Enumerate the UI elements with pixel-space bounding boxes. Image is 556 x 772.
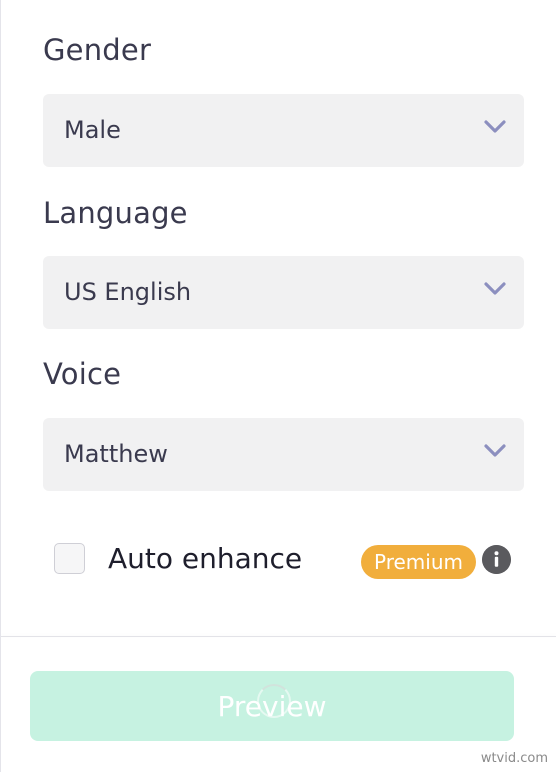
gender-select-value: Male [64,116,121,144]
gender-select[interactable]: Male [43,94,524,167]
voice-label: Voice [43,357,122,391]
footer-divider [1,636,556,637]
chevron-down-icon [484,444,506,457]
language-label: Language [43,196,188,230]
premium-badge: Premium [361,545,476,579]
chevron-down-icon [484,120,506,133]
auto-enhance-label: Auto enhance [108,542,303,575]
language-select-value: US English [64,278,192,306]
voice-select-value: Matthew [64,440,168,468]
auto-enhance-checkbox[interactable] [54,543,85,574]
voice-settings-panel: Gender Male Language US English Voice Ma… [0,0,556,772]
preview-button[interactable]: Preview [30,671,514,741]
watermark: wtvid.com [480,751,548,766]
info-icon[interactable] [482,545,511,574]
language-select[interactable]: US English [43,256,524,329]
gender-label: Gender [43,33,152,67]
preview-button-label: Preview [217,689,327,723]
voice-select[interactable]: Matthew [43,418,524,491]
chevron-down-icon [484,282,506,295]
